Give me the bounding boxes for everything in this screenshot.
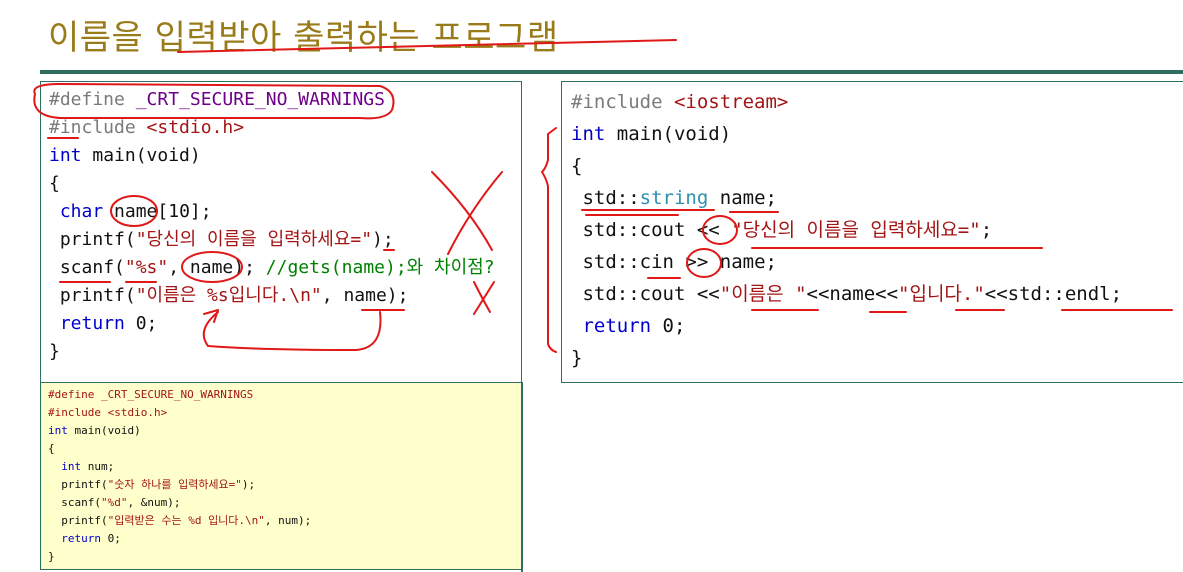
code-token: printf(: [61, 478, 108, 491]
slide-title: 이름을 입력받아 출력하는 프로그램: [48, 18, 559, 58]
code-token: _CRT_SECURE_NO_WARNINGS: [135, 89, 385, 110]
cpp-code-panel: #include <iostream> int main(void) { std…: [561, 81, 1183, 383]
code-token: int: [48, 424, 68, 437]
cpp-code-block: #include <iostream> int main(void) { std…: [571, 86, 1122, 374]
code-token: , num);: [264, 514, 312, 527]
code-token: , name);: [168, 257, 255, 278]
code-token: "입력받은 수는 %d 입니다.\n": [107, 514, 265, 527]
code-token: return: [59, 313, 125, 334]
code-token: int: [61, 460, 82, 473]
code-token: {: [571, 155, 583, 177]
code-token: main(void): [616, 123, 732, 145]
code-token: #define: [49, 89, 125, 110]
code-token: std::cout: [582, 219, 686, 241]
code-comment: //gets(name);와 차이점?: [265, 257, 495, 278]
code-token: printf(: [59, 229, 136, 250]
code-token: return: [61, 532, 101, 545]
code-token: <iostream>: [673, 91, 789, 113]
code-token: , name);: [321, 285, 409, 306]
c-code-panel: #define _CRT_SECURE_NO_WARNINGS #include…: [40, 81, 522, 383]
code-token: "숫자 하나를 입력하세요=": [107, 478, 242, 491]
code-token: <stdio.h>: [146, 117, 245, 138]
code-token: #include: [571, 91, 663, 113]
code-token: printf(: [61, 514, 108, 527]
code-token: <<std::endl;: [984, 283, 1123, 305]
panel-divider: [521, 382, 523, 572]
code-token: main(void): [92, 145, 201, 166]
code-token: "%d": [101, 496, 128, 509]
code-token: >>: [685, 251, 709, 273]
code-token: }: [48, 550, 55, 563]
code-token: std::cin: [582, 251, 674, 273]
code-token: , &num);: [127, 496, 181, 509]
code-token: <<name<<: [806, 283, 899, 305]
code-token: main(void): [74, 424, 141, 437]
code-token: scanf(: [61, 496, 101, 509]
code-token: "이름은 ": [719, 283, 807, 305]
code-token: _CRT_SECURE_NO_WARNINGS: [100, 388, 254, 401]
c-code-example-block: #define _CRT_SECURE_NO_WARNINGS #include…: [48, 386, 311, 566]
title-divider: [40, 70, 1183, 74]
code-token: "입니다.": [898, 283, 985, 305]
code-token: num;: [87, 460, 115, 473]
code-token: }: [49, 341, 60, 362]
c-code-example-panel: #define _CRT_SECURE_NO_WARNINGS #include…: [40, 382, 522, 570]
code-token: "당신의 이름을 입력하세요=": [135, 229, 373, 250]
code-token: string: [639, 187, 709, 209]
code-token: #define: [48, 388, 95, 401]
code-token: printf(: [59, 285, 136, 306]
code-token: name;: [719, 187, 777, 209]
code-token: <<: [696, 283, 720, 305]
code-token: scanf(: [59, 257, 125, 278]
code-token: char: [59, 201, 104, 222]
code-token: int: [49, 145, 82, 166]
code-token: <stdio.h>: [107, 406, 168, 419]
code-token: #include: [48, 406, 101, 419]
code-token: std::cout: [582, 283, 686, 305]
code-token: name;: [719, 251, 777, 273]
code-token: name[10];: [114, 201, 212, 222]
code-token: 0;: [107, 532, 121, 545]
code-token: ;: [980, 219, 993, 241]
code-token: );: [241, 478, 256, 491]
c-code-block: #define _CRT_SECURE_NO_WARNINGS #include…: [49, 86, 495, 366]
code-token: #include: [49, 117, 136, 138]
code-token: }: [571, 347, 583, 369]
code-token: {: [48, 442, 55, 455]
code-token: "당신의 이름을 입력하세요=": [731, 219, 981, 241]
code-token: "%s": [124, 257, 169, 278]
code-token: 0;: [135, 313, 158, 334]
brace-annotation: [541, 127, 557, 353]
code-token: <<: [696, 219, 720, 241]
code-token: 0;: [662, 315, 686, 337]
code-token: int: [571, 123, 606, 145]
code-token: return: [582, 315, 652, 337]
code-token: std::: [582, 187, 640, 209]
code-token: "이름은 %s입니다.\n": [135, 285, 322, 306]
code-token: {: [49, 173, 60, 194]
code-token: );: [372, 229, 394, 250]
